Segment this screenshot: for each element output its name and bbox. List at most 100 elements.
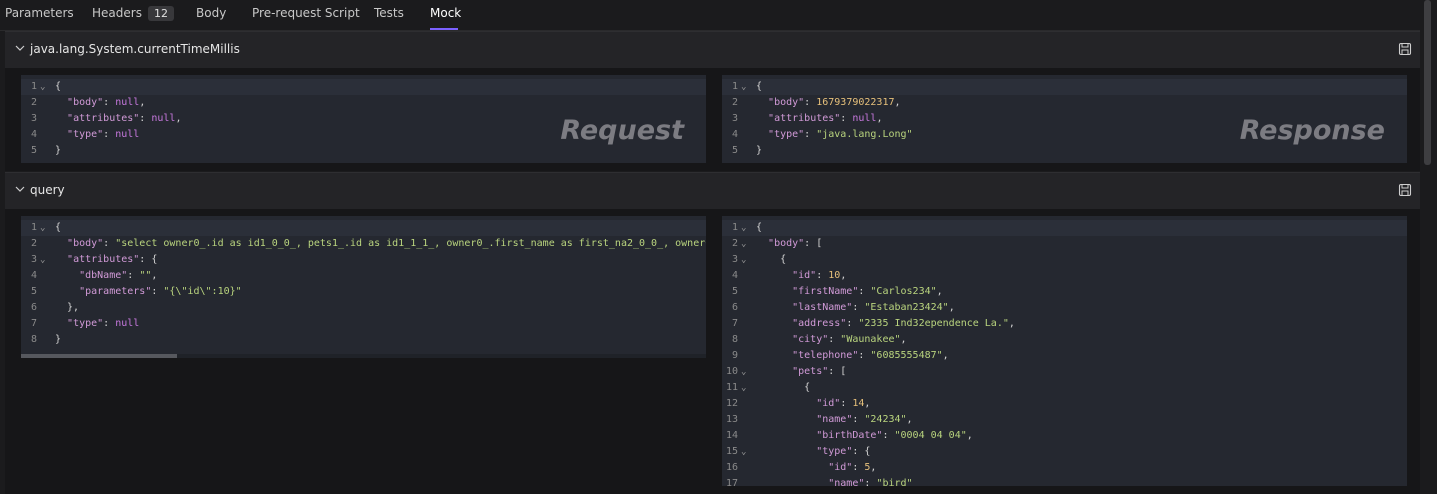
line-number: 3 — [731, 254, 738, 265]
code-line[interactable]: 2 "body": "select owner0_.id as id1_0_0_… — [21, 236, 706, 252]
request-editor[interactable]: 1 ⌄ {2 "body": null, 3 "attributes": null, 4… — [21, 75, 706, 163]
code-text: "body": 1679379022317, — [768, 97, 901, 108]
tab-headers[interactable]: Headers 12 — [92, 6, 174, 21]
code-text: }, — [55, 302, 80, 313]
chevron-down-icon[interactable] — [15, 184, 25, 194]
chevron-down-icon[interactable] — [15, 43, 25, 53]
code-line[interactable]: 1 ⌄ { — [722, 220, 1407, 236]
mock-section-header-query[interactable]: query — [5, 172, 1420, 210]
code-text: "type": "java.lang.Long" — [768, 129, 913, 140]
code-line[interactable]: 1 ⌄ { — [722, 79, 1407, 95]
code-text: "id": 10, — [792, 270, 847, 281]
code-text: "firstName": "Carlos234", — [792, 286, 943, 297]
fold-chevron-icon[interactable]: ⌄ — [741, 380, 746, 396]
line-number: 1 — [731, 222, 738, 233]
code-line[interactable]: 2 "body": 1679379022317, — [722, 95, 1407, 111]
response-editor[interactable]: 1 ⌄{2 ⌄ "body": [3 ⌄ {4 "id": 10, 5 "firstNa… — [722, 216, 1407, 486]
code-text: "address": "2335 Ind32ependence La.", — [792, 318, 1015, 329]
code-text: "type": { — [816, 446, 871, 457]
code-text: "attributes": { — [67, 254, 158, 265]
code-line[interactable]: 3 ⌄ "attributes": { — [21, 252, 706, 268]
line-number: 6 — [30, 302, 37, 313]
line-number: 12 — [725, 398, 738, 409]
tab-mock[interactable]: Mock — [430, 6, 461, 20]
code-line[interactable]: 6 }, — [21, 300, 706, 316]
code-line[interactable]: 12 "id": 14, — [722, 396, 1407, 412]
code-line[interactable]: 1 ⌄ { — [21, 220, 706, 236]
save-icon[interactable] — [1398, 42, 1412, 56]
code-line[interactable]: 17 "name": "bird" — [722, 476, 1407, 486]
fold-chevron-icon[interactable]: ⌄ — [741, 252, 746, 268]
horizontal-scrollbar[interactable] — [21, 354, 706, 358]
response-editor[interactable]: 1 ⌄ {2 "body": 1679379022317, 3 "attributes… — [722, 75, 1407, 163]
line-number: 4 — [30, 270, 37, 281]
line-number: 7 — [30, 318, 37, 329]
line-number: 3 — [30, 254, 37, 265]
code-text: "city": "Waunakee", — [792, 334, 907, 345]
horizontal-scrollbar-thumb[interactable] — [21, 354, 177, 358]
tab-body[interactable]: Body — [196, 6, 226, 20]
code-text: "lastName": "Estaban23424", — [792, 302, 955, 313]
line-number: 7 — [731, 318, 738, 329]
line-number: 2 — [30, 97, 37, 108]
fold-chevron-icon[interactable]: ⌄ — [741, 444, 746, 460]
line-number: 1 — [30, 222, 37, 233]
tab-pre-request-script[interactable]: Pre-request Script — [252, 6, 360, 20]
code-text: "type": null — [67, 129, 140, 140]
code-line[interactable]: 4 "dbName": "", — [21, 268, 706, 284]
fold-chevron-icon[interactable]: ⌄ — [741, 220, 746, 236]
line-number: 5 — [731, 145, 738, 156]
code-line[interactable]: 6 "lastName": "Estaban23424", — [722, 300, 1407, 316]
code-line[interactable]: 2 ⌄ "body": [ — [722, 236, 1407, 252]
code-line[interactable]: 14 "birthDate": "0004 04 04", — [722, 428, 1407, 444]
code-line[interactable]: 3 ⌄ { — [722, 252, 1407, 268]
code-text: "name": "bird" — [828, 478, 913, 486]
code-text: "birthDate": "0004 04 04", — [816, 430, 973, 441]
code-text: { — [756, 254, 787, 265]
code-text: } — [756, 145, 763, 156]
vertical-scrollbar[interactable] — [1424, 0, 1431, 165]
request-editor[interactable]: 1 ⌄{2 "body": "select owner0_.id as id1_0… — [21, 216, 706, 358]
code-line[interactable]: 2 "body": null, — [21, 95, 706, 111]
code-line[interactable]: 16 "id": 5, — [722, 460, 1407, 476]
line-number: 8 — [30, 334, 37, 345]
code-line[interactable]: 7 "type": null — [21, 316, 706, 332]
code-line[interactable]: 7 "address": "2335 Ind32ependence La.", — [722, 316, 1407, 332]
save-icon[interactable] — [1398, 183, 1412, 197]
code-line[interactable]: 8 "city": "Waunakee", — [722, 332, 1407, 348]
code-line[interactable]: 9 "telephone": "6085555487", — [722, 348, 1407, 364]
fold-chevron-icon[interactable]: ⌄ — [40, 220, 45, 236]
fold-chevron-icon[interactable]: ⌄ — [741, 79, 746, 95]
code-text: "attributes": null, — [67, 113, 182, 124]
code-text: "body": "select owner0_.id as id1_0_0_, … — [67, 238, 706, 249]
tab-tests[interactable]: Tests — [374, 6, 404, 20]
code-line[interactable]: 5 "parameters": "{\"id\":10}" — [21, 284, 706, 300]
code-line[interactable]: 13 "name": "24234", — [722, 412, 1407, 428]
line-number: 3 — [30, 113, 37, 124]
fold-chevron-icon[interactable]: ⌄ — [40, 79, 45, 95]
line-number: 4 — [30, 129, 37, 140]
mock-section-body-query: 1 ⌄{2 "body": "select owner0_.id as id1_0… — [5, 209, 1420, 494]
code-text: "type": null — [67, 318, 140, 329]
fold-chevron-icon[interactable]: ⌄ — [40, 252, 45, 268]
fold-chevron-icon[interactable]: ⌄ — [741, 364, 746, 380]
mock-section-body-currenttimemillis: 1 ⌄{2 "body": null, 3 "attributes": null, 4… — [5, 68, 1420, 171]
line-number: 6 — [731, 302, 738, 313]
code-text: "telephone": "6085555487", — [792, 350, 949, 361]
active-tab-indicator — [430, 28, 458, 30]
code-line[interactable]: 5 "firstName": "Carlos234", — [722, 284, 1407, 300]
section-title: query — [30, 183, 65, 197]
code-line[interactable]: 11 ⌄ { — [722, 380, 1407, 396]
line-number: 14 — [725, 430, 738, 441]
code-line[interactable]: 15 ⌄ "type": { — [722, 444, 1407, 460]
fold-chevron-icon[interactable]: ⌄ — [741, 236, 746, 252]
code-line[interactable]: 1 ⌄ { — [21, 79, 706, 95]
tab-parameters[interactable]: Parameters — [5, 6, 74, 20]
code-line[interactable]: 8} — [21, 332, 706, 348]
line-number: 10 — [725, 366, 738, 377]
code-line[interactable]: 10 ⌄ "pets": [ — [722, 364, 1407, 380]
mock-section-header-currenttimemillis[interactable]: java.lang.System.currentTimeMillis — [5, 31, 1420, 69]
code-line[interactable]: 4 "id": 10, — [722, 268, 1407, 284]
line-number: 1 — [30, 81, 37, 92]
line-number: 8 — [731, 334, 738, 345]
